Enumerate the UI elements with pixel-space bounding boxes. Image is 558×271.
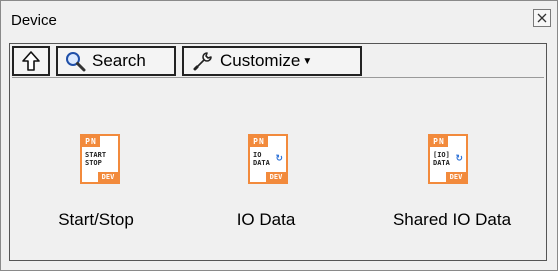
window-title: Device	[11, 12, 57, 29]
item-label: Start/Stop	[58, 210, 134, 229]
io-data-vi-icon: PN IO DATA ↻ DEV	[248, 134, 288, 184]
close-icon	[537, 13, 547, 23]
vi-icon-text: IO DATA	[253, 151, 270, 167]
search-label: Search	[92, 51, 146, 70]
vi-icon-text: [IO] DATA	[433, 151, 450, 167]
wrench-icon	[193, 52, 212, 71]
item-label: Shared IO Data	[392, 210, 512, 229]
dev-badge: DEV	[446, 172, 466, 182]
palette-item-shared-io-data[interactable]: PN [IO] DATA ↻ DEV Shared IO Data	[366, 78, 538, 260]
search-button[interactable]: Search	[56, 46, 176, 76]
close-button[interactable]	[533, 9, 551, 27]
customize-button[interactable]: Customize ▼	[182, 46, 362, 76]
dev-badge: DEV	[266, 172, 286, 182]
vi-icon-text: START STOP	[85, 151, 107, 167]
item-label: IO Data	[236, 210, 296, 229]
up-arrow-icon	[22, 51, 40, 71]
magnifier-icon	[66, 52, 86, 72]
start-stop-vi-icon: PN START STOP DEV	[80, 134, 120, 184]
sync-icon: ↻	[455, 153, 463, 163]
palette-items: PN START STOP DEV Start/Stop PN IO DATA …	[10, 78, 546, 260]
customize-label: Customize	[220, 51, 301, 70]
dev-badge: DEV	[98, 172, 118, 182]
palette-panel: Search Customize ▼ PN START STOP DEV Sta…	[9, 43, 547, 261]
device-palette-window: Device Search Customize ▼ PN START STOP …	[0, 0, 558, 271]
pn-badge: PN	[250, 136, 268, 147]
title-bar: Device	[1, 1, 557, 39]
sync-icon: ↻	[275, 153, 283, 163]
palette-item-start-stop[interactable]: PN START STOP DEV Start/Stop	[16, 78, 176, 260]
pn-badge: PN	[82, 136, 100, 147]
shared-io-data-vi-icon: PN [IO] DATA ↻ DEV	[428, 134, 468, 184]
palette-toolbar: Search Customize ▼	[12, 46, 544, 78]
dropdown-caret-icon: ▼	[302, 55, 313, 67]
palette-item-io-data[interactable]: PN IO DATA ↻ DEV IO Data	[186, 78, 346, 260]
up-button[interactable]	[12, 46, 50, 76]
pn-badge: PN	[430, 136, 448, 147]
